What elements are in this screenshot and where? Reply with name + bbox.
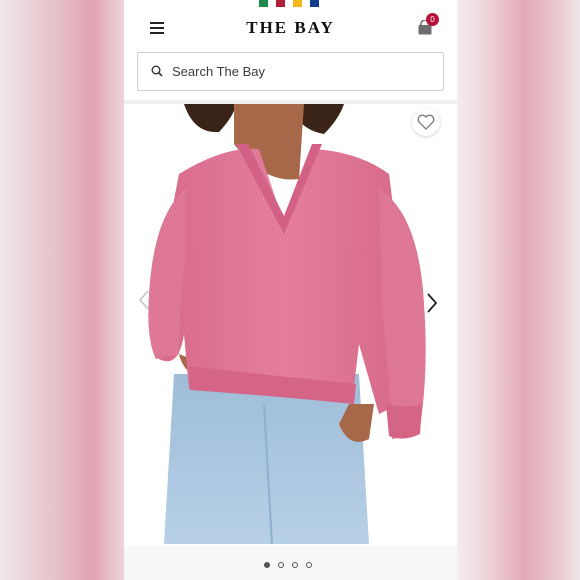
stripe-green xyxy=(259,0,268,7)
brand-stripes xyxy=(259,0,319,7)
stripe-blue xyxy=(310,0,319,7)
site-logo[interactable]: THE BAY xyxy=(124,18,457,38)
search-input[interactable]: Search The Bay xyxy=(137,52,444,91)
search-icon xyxy=(151,65,163,77)
wishlist-heart-icon[interactable] xyxy=(412,108,440,136)
search-placeholder: Search The Bay xyxy=(172,64,265,79)
chevron-right-icon[interactable] xyxy=(426,293,438,318)
sweater-photo xyxy=(148,104,426,544)
carousel-dot-3[interactable] xyxy=(292,562,298,568)
carousel-dot-1[interactable] xyxy=(264,562,270,568)
product-image[interactable] xyxy=(124,104,457,544)
cart-count-badge: 0 xyxy=(426,13,439,26)
background-left xyxy=(0,0,124,580)
mobile-page: THE BAY 0 Search The Bay xyxy=(124,0,457,580)
site-header: THE BAY 0 xyxy=(124,0,457,46)
stripe-yellow xyxy=(293,0,302,7)
carousel-dot-4[interactable] xyxy=(306,562,312,568)
chevron-left-icon[interactable] xyxy=(138,290,150,315)
stripe-red xyxy=(276,0,285,7)
background-right xyxy=(457,0,580,580)
carousel-dot-2[interactable] xyxy=(278,562,284,568)
carousel-indicator xyxy=(124,546,457,580)
